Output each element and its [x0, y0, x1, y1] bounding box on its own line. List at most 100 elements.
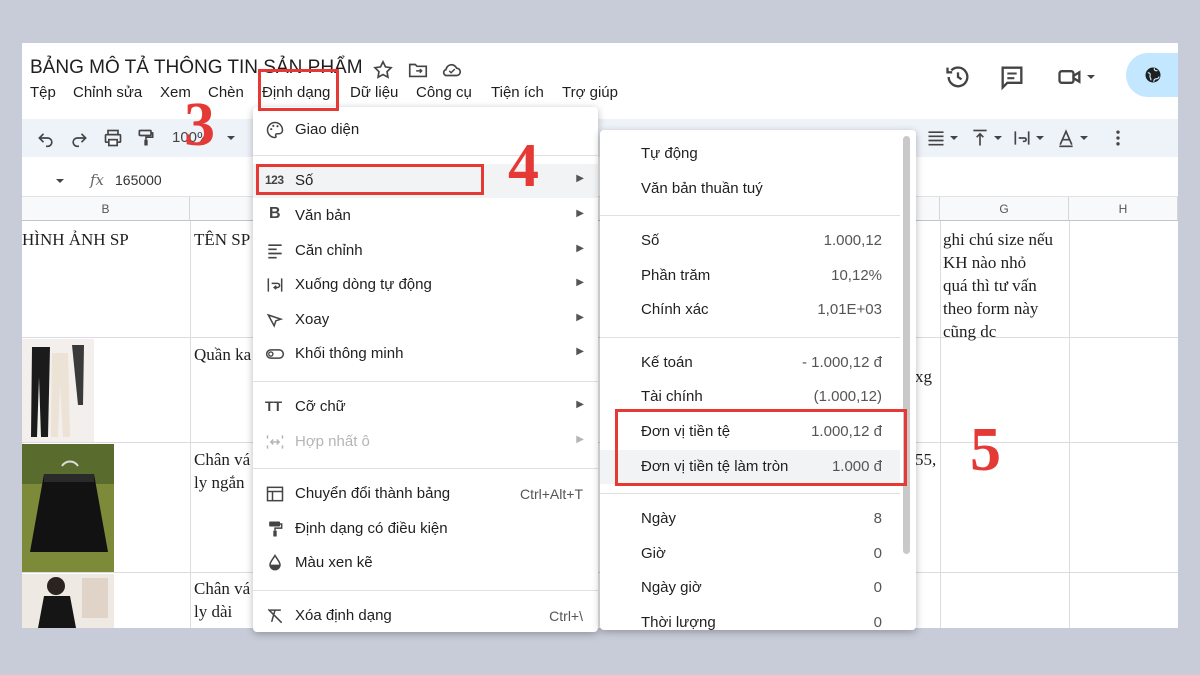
submenu-item-label: Phần trăm	[641, 267, 711, 284]
cell-c-row1[interactable]: Quần ka	[194, 343, 251, 366]
chevron-down-icon[interactable]	[1084, 63, 1098, 91]
vertical-align-icon[interactable]	[970, 128, 990, 148]
menu-tools[interactable]: Công cụ	[416, 84, 472, 101]
bold-icon: B	[269, 205, 281, 222]
menu-item-shortcut: Ctrl+\	[549, 608, 583, 624]
format-menu-conditional-formatting[interactable]: Định dạng có điều kiện	[253, 512, 598, 546]
submenu-scrollbar[interactable]	[903, 136, 910, 554]
text-wrap-toolbar-icon[interactable]	[1012, 128, 1032, 148]
grid-line	[1069, 221, 1070, 628]
chevron-down-icon[interactable]	[948, 128, 960, 148]
meet-video-icon[interactable]	[1056, 63, 1084, 91]
paint-format-icon[interactable]	[136, 128, 156, 148]
submenu-item-label: Kế toán	[641, 354, 693, 371]
highlight-format-menu	[258, 69, 339, 111]
cell-f-row1[interactable]: xg	[915, 365, 932, 388]
menu-item-shortcut: Ctrl+Alt+T	[519, 486, 583, 502]
format-menu-convert-to-table[interactable]: Chuyển đổi thành bảng Ctrl+Alt+T	[253, 477, 598, 511]
cell-line: KH nào nhỏ	[943, 253, 1027, 272]
grid-line	[190, 221, 191, 628]
menu-item-label: Khối thông minh	[295, 345, 404, 362]
menu-item-label: Xóa định dạng	[295, 607, 392, 624]
number-format-automatic[interactable]: Tự động	[600, 137, 900, 171]
format-menu-smart-chips[interactable]: Khối thông minh ▶	[253, 337, 598, 371]
chevron-down-icon[interactable]	[1034, 128, 1046, 148]
menu-data[interactable]: Dữ liệu	[350, 84, 398, 101]
cell-b-header[interactable]: HÌNH ẢNH SP	[22, 228, 129, 251]
cell-line: Chân vá	[194, 579, 251, 598]
submenu-item-label: Ngày giờ	[641, 579, 702, 596]
highlight-number-item	[256, 164, 484, 195]
product-image-short-skirt[interactable]	[22, 444, 114, 572]
submenu-item-example: 1.000,12	[823, 232, 882, 249]
print-icon[interactable]	[103, 128, 123, 148]
cell-g-note[interactable]: ghi chú size nếu KH nào nhỏ quá thì tư v…	[943, 228, 1053, 343]
format-menu-wrapping[interactable]: Xuống dòng tự động ▶	[253, 268, 598, 302]
cell-c-row3[interactable]: Chân vá ly dài	[194, 577, 250, 623]
menu-divider	[600, 215, 900, 216]
number-format-time[interactable]: Giờ 0	[600, 537, 900, 571]
product-image-pants[interactable]	[22, 339, 94, 442]
menu-help[interactable]: Trợ giúp	[562, 84, 618, 101]
cell-line: Chân vá	[194, 450, 251, 469]
chevron-down-icon[interactable]	[992, 128, 1004, 148]
column-header-g[interactable]: G	[940, 197, 1069, 221]
format-menu-text[interactable]: B Văn bản ▶	[253, 199, 598, 233]
format-menu-theme[interactable]: Giao diện	[253, 113, 598, 147]
submenu-item-label: Thời lượng	[641, 614, 716, 630]
merge-cells-icon	[266, 435, 284, 449]
text-rotation-toolbar-icon[interactable]	[1056, 128, 1076, 148]
menu-item-label: Xoay	[295, 311, 330, 328]
product-image-long-skirt[interactable]	[22, 574, 114, 628]
move-folder-icon[interactable]	[407, 59, 429, 81]
column-header-h[interactable]: H	[1069, 197, 1178, 221]
cloud-status-icon[interactable]	[441, 59, 463, 81]
formula-input[interactable]: 165000	[115, 172, 162, 188]
submenu-arrow-icon: ▶	[576, 243, 584, 254]
format-menu-font-size[interactable]: TT Cỡ chữ ▶	[253, 390, 598, 424]
number-format-accounting[interactable]: Kế toán - 1.000,12 đ	[600, 346, 900, 380]
number-format-datetime[interactable]: Ngày giờ 0	[600, 571, 900, 605]
column-header-b[interactable]: B	[22, 197, 190, 221]
format-menu-alternating-colors[interactable]: Màu xen kẽ	[253, 546, 598, 580]
undo-icon[interactable]	[36, 128, 56, 148]
paint-roller-icon	[269, 521, 283, 537]
menu-edit[interactable]: Chỉnh sửa	[73, 84, 142, 101]
cell-line: cũng dc	[943, 322, 997, 341]
format-menu-alignment[interactable]: Căn chỉnh ▶	[253, 234, 598, 268]
number-format-percent[interactable]: Phần trăm 10,12%	[600, 259, 900, 293]
chevron-down-icon[interactable]	[1078, 128, 1090, 148]
menu-file[interactable]: Tệp	[30, 84, 56, 101]
format-menu-merge-cells[interactable]: Hợp nhất ô ▶	[253, 425, 598, 459]
number-format-scientific[interactable]: Chính xác 1,01E+03	[600, 293, 900, 327]
redo-icon[interactable]	[69, 128, 89, 148]
more-options-icon[interactable]	[1108, 128, 1128, 148]
number-format-date[interactable]: Ngày 8	[600, 502, 900, 536]
globe-icon	[1145, 67, 1161, 83]
comments-icon[interactable]	[998, 63, 1026, 91]
number-format-number[interactable]: Số 1.000,12	[600, 224, 900, 258]
cell-c-header[interactable]: TÊN SP	[194, 228, 250, 251]
step-number-4: 4	[508, 132, 539, 200]
fx-icon: fx	[90, 171, 105, 189]
menu-extensions[interactable]: Tiện ích	[491, 84, 544, 101]
cell-line: ly ngắn	[194, 473, 245, 492]
version-history-icon[interactable]	[944, 63, 972, 91]
grid-line	[940, 221, 941, 628]
cell-f-row2[interactable]: 55,	[915, 448, 936, 471]
menu-divider	[600, 493, 900, 494]
format-menu-rotation[interactable]: Xoay ▶	[253, 303, 598, 337]
font-size-icon: TT	[265, 398, 283, 414]
zoom-chevron-icon[interactable]	[225, 128, 237, 148]
submenu-item-example: 10,12%	[831, 267, 882, 284]
format-menu-clear-formatting[interactable]: Xóa định dạng Ctrl+\	[253, 599, 598, 632]
submenu-item-example: 0	[873, 579, 882, 596]
horizontal-align-icon[interactable]	[926, 128, 946, 148]
share-button[interactable]	[1126, 53, 1178, 97]
number-format-plain-text[interactable]: Văn bản thuần tuý	[600, 172, 900, 206]
step-number-3: 3	[184, 91, 215, 159]
name-box-chevron-icon[interactable]	[54, 175, 66, 187]
star-icon[interactable]	[372, 59, 394, 81]
cell-c-row2[interactable]: Chân vá ly ngắn	[194, 448, 250, 494]
number-format-duration[interactable]: Thời lượng 0	[600, 606, 900, 630]
